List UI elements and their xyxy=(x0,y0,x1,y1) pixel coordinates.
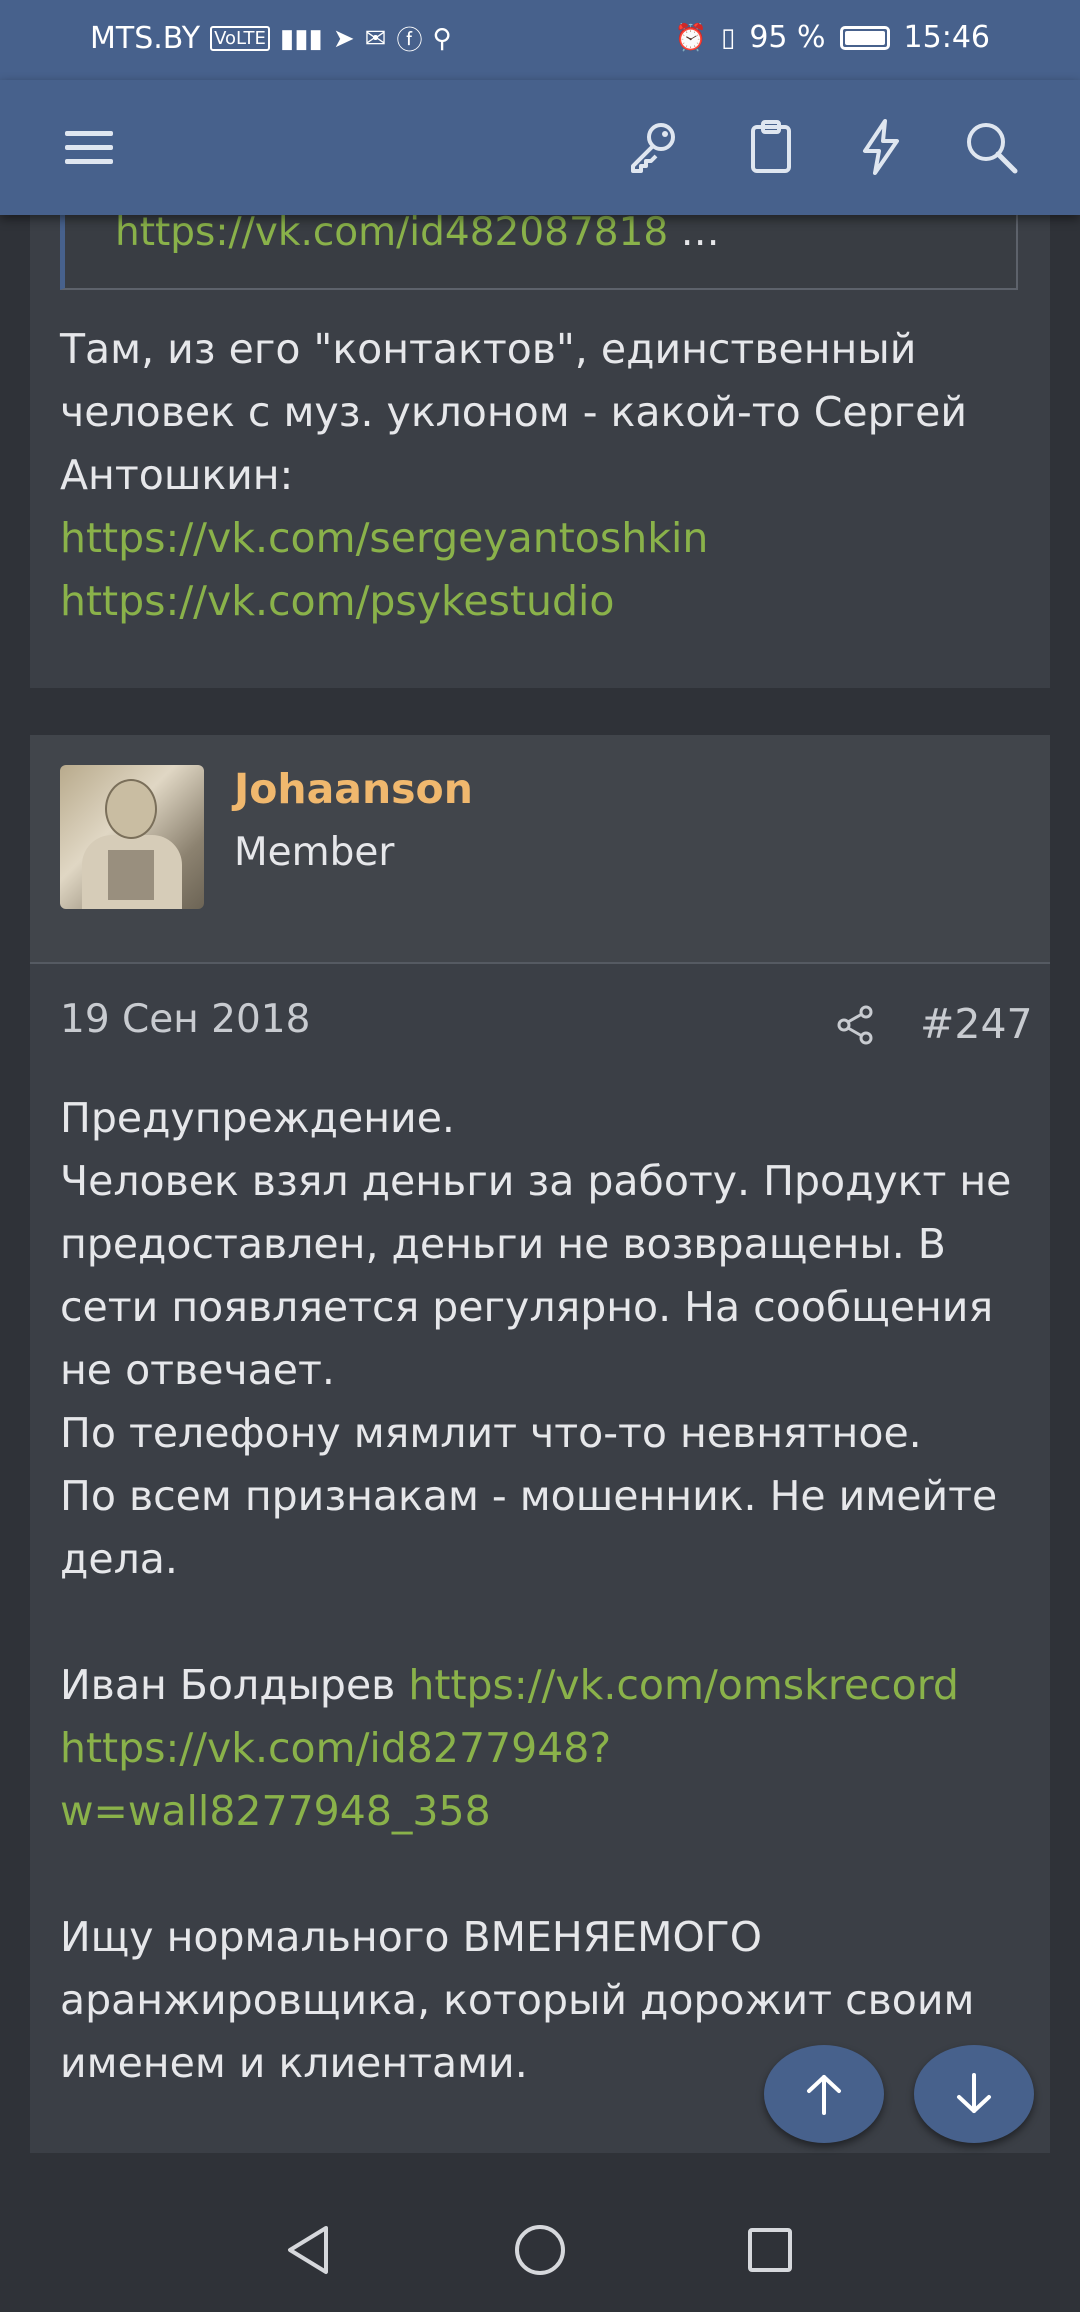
clipboard-button[interactable] xyxy=(738,114,804,180)
menu-icon xyxy=(65,131,113,164)
post-body: Предупреждение. Человек взял деньги за р… xyxy=(60,1087,1011,2095)
back-icon[interactable] xyxy=(278,2220,338,2280)
mail-icon: ✉ xyxy=(364,23,387,54)
arrow-up-icon xyxy=(807,2075,841,2115)
menu-button[interactable] xyxy=(56,114,122,180)
home-icon[interactable] xyxy=(510,2220,570,2280)
avatar[interactable] xyxy=(60,765,204,909)
text-line: именем и клиентами. xyxy=(60,2039,528,2087)
volte-icon: VoLTE xyxy=(210,26,270,51)
text-line: человек с муз. уклоном - какой-то Сергей xyxy=(60,388,968,436)
whats-new-button[interactable] xyxy=(848,114,914,180)
vk-link-wall-cont[interactable]: w=wall8277948_358 xyxy=(60,1787,491,1835)
facebook-icon: ⓕ xyxy=(396,26,423,56)
search-icon xyxy=(967,123,1018,174)
scroll-up-button[interactable] xyxy=(764,2045,884,2143)
battery-percent: 95 % xyxy=(749,20,826,55)
text-line: аранжировщика, который дорожит своим xyxy=(60,1976,975,2024)
system-nav-bar xyxy=(0,2190,1080,2312)
scroll-down-button[interactable] xyxy=(914,2045,1034,2143)
app-toolbar xyxy=(0,80,1080,215)
carrier-label: MTS.BY xyxy=(90,21,201,56)
text-line: не отвечает. xyxy=(60,1346,335,1394)
odnoklassniki-icon: ⚲ xyxy=(432,23,452,54)
text-line: Иван Болдырев xyxy=(60,1661,409,1709)
vk-link-wall[interactable]: https://vk.com/id8277948? xyxy=(60,1724,611,1772)
quote-block: https://vk.com/id482087818 … xyxy=(60,213,1018,290)
quote-ellipsis: … xyxy=(668,210,720,255)
quote-link[interactable]: https://vk.com/id482087818 xyxy=(115,210,668,255)
post: Johaanson Member 19 Сен 2018 #247 Предуп… xyxy=(30,735,1050,2153)
post-previous: https://vk.com/id482087818 … Там, из его… xyxy=(30,213,1050,688)
text-line: Антошкин: xyxy=(60,451,294,499)
post-number[interactable]: #247 xyxy=(920,1000,1033,1048)
vk-link-omskrecord[interactable]: https://vk.com/omskrecord xyxy=(408,1661,958,1709)
text-line: Предупреждение. xyxy=(60,1094,455,1142)
arrow-down-icon xyxy=(957,2073,991,2113)
alarm-icon: ⏰ xyxy=(674,22,707,53)
status-bar: MTS.BY VoLTE ▮▮▮ ➤ ✉ ⓕ ⚲ ⏰ ▯ 95 % 15:46 xyxy=(0,0,1080,80)
post-user-header: Johaanson Member xyxy=(30,735,1050,964)
telegram-icon: ➤ xyxy=(332,23,355,54)
signal-icon: ▮▮▮ xyxy=(279,23,323,54)
search-button[interactable] xyxy=(958,114,1024,180)
vk-link-psykestudio[interactable]: https://vk.com/psykestudio xyxy=(60,577,614,625)
post-date[interactable]: 19 Сен 2018 xyxy=(60,997,310,1042)
text-line: Человек взял деньги за работу. Продукт н… xyxy=(60,1157,1012,1205)
text-line: предоставлен, деньги не возвращены. В xyxy=(60,1220,946,1268)
bolt-icon xyxy=(863,119,899,175)
text-line: Ищу нормального ВМЕНЯЕМОГО xyxy=(60,1913,763,1961)
clock: 15:46 xyxy=(903,20,990,55)
recent-apps-icon[interactable] xyxy=(740,2220,800,2280)
clipboard-icon xyxy=(751,120,791,173)
username[interactable]: Johaanson xyxy=(234,765,473,813)
text-line: дела. xyxy=(60,1535,178,1583)
vibrate-icon: ▯ xyxy=(721,22,736,53)
share-icon[interactable] xyxy=(834,1003,878,1047)
post-previous-text: Там, из его "контактов", единственный че… xyxy=(60,318,967,633)
text-line: По телефону мямлит что-то невнятное. xyxy=(60,1409,922,1457)
key-icon xyxy=(631,123,675,173)
text-line: Там, из его "контактов", единственный xyxy=(60,325,917,373)
text-line: сети появляется регулярно. На сообщения xyxy=(60,1283,994,1331)
battery-icon xyxy=(839,25,890,50)
vk-link-sergeyantoshkin[interactable]: https://vk.com/sergeyantoshkin xyxy=(60,514,708,562)
login-button[interactable] xyxy=(620,114,686,180)
text-line: По всем признакам - мошенник. Не имейте xyxy=(60,1472,998,1520)
user-title: Member xyxy=(234,830,395,875)
